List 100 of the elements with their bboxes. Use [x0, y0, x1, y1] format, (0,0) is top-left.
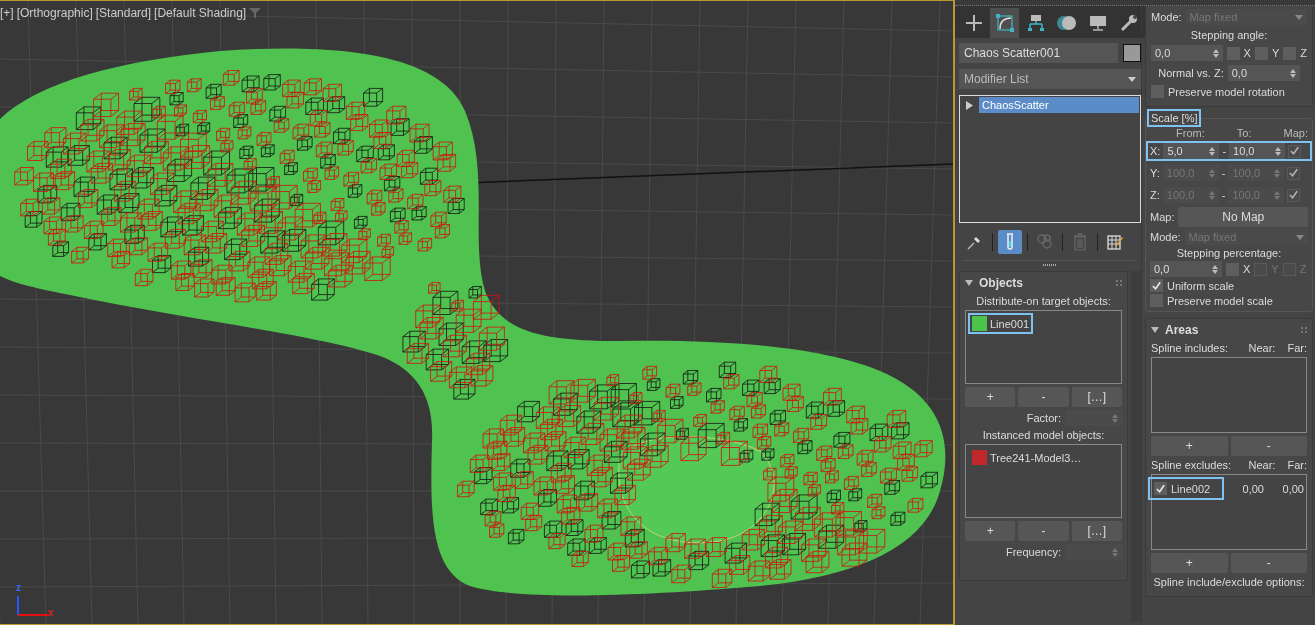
- column-header: Far:: [1287, 342, 1307, 354]
- spinner-field[interactable]: [1066, 410, 1122, 426]
- axis-label: z: [16, 582, 21, 593]
- list-button[interactable]: +: [965, 387, 1016, 407]
- column-header: Far:: [1287, 459, 1307, 471]
- list-button[interactable]: -: [1018, 387, 1069, 407]
- checkbox-label: Preserve model rotation: [1168, 85, 1285, 98]
- collapse-triangle-icon[interactable]: [1151, 327, 1159, 333]
- drag-grip-icon[interactable]: [1301, 327, 1307, 333]
- list-label: Spline excludes:: [1151, 459, 1233, 471]
- list-button[interactable]: +: [1151, 553, 1228, 573]
- list-button[interactable]: […]: [1071, 387, 1122, 407]
- axis-label: Z:: [1150, 189, 1160, 201]
- no-map-button[interactable]: No Map: [1178, 207, 1308, 227]
- spinner-arrows-icon: [1112, 413, 1118, 423]
- viewport-label[interactable]: [Orthographic]: [16, 6, 93, 20]
- list-label: Spline includes:: [1151, 342, 1230, 354]
- column-header: Map:: [1283, 127, 1308, 139]
- list-button[interactable]: […]: [1071, 521, 1122, 541]
- list-button[interactable]: -: [1230, 553, 1307, 573]
- spinner-field[interactable]: 0,0: [1150, 261, 1222, 277]
- far-value: 0,00: [1281, 482, 1304, 495]
- object-color-swatch[interactable]: [1123, 44, 1141, 62]
- list-label: Distribute-on target objects:: [976, 295, 1111, 307]
- list-button[interactable]: -: [1230, 436, 1307, 456]
- axis-checkbox-label: X: [1243, 263, 1251, 275]
- splitter-grip-icon[interactable]: [1043, 264, 1057, 267]
- range-dash: -: [1221, 167, 1226, 179]
- map-label: Map:: [1150, 211, 1175, 223]
- panel-tab[interactable]: [990, 8, 1019, 38]
- list-button[interactable]: -: [1018, 521, 1069, 541]
- spinner-arrows-icon: [1274, 190, 1281, 200]
- spinner-field[interactable]: 0,0: [1227, 65, 1300, 81]
- spinner-arrows-icon: [1274, 168, 1281, 178]
- modifier-list-dropdown[interactable]: Modifier List: [959, 69, 1141, 89]
- range-dash: -: [1221, 189, 1226, 201]
- axis-label: X:: [1150, 145, 1161, 157]
- column-header: From:: [1176, 127, 1205, 139]
- mode-label: Mode:: [1150, 231, 1181, 243]
- factor-label: Factor:: [1026, 412, 1061, 424]
- collapse-triangle-icon[interactable]: [965, 280, 973, 286]
- spinner-arrows-icon: [1209, 146, 1216, 156]
- list-label: Instanced model objects:: [982, 429, 1105, 441]
- list-button[interactable]: +: [1151, 436, 1228, 456]
- linked-circles-icon: [1036, 233, 1054, 251]
- viewport-label[interactable]: [Standard]: [95, 6, 152, 20]
- checkbox[interactable]: [1154, 482, 1167, 495]
- wrench-icon: [1118, 13, 1139, 33]
- drag-grip-icon[interactable]: [1116, 280, 1122, 286]
- column-header: Near:: [1248, 459, 1276, 471]
- spinner-arrows-icon: [1275, 146, 1282, 156]
- stepping-label: Stepping percentage:: [1176, 247, 1282, 259]
- spinner-arrows-icon: [1208, 190, 1215, 200]
- checkbox[interactable]: [1288, 144, 1302, 158]
- modifier-item[interactable]: ChaosScatter: [979, 97, 1139, 113]
- expand-triangle-icon[interactable]: [966, 100, 973, 110]
- spinner-field[interactable]: 0,0: [1151, 45, 1223, 61]
- stack-tool-button[interactable]: [998, 230, 1022, 254]
- axis-label: x: [48, 607, 54, 618]
- axis-label: Y:: [1150, 167, 1160, 179]
- viewport-label[interactable]: [Default Shading]: [154, 6, 247, 20]
- list-item[interactable]: Line001: [968, 313, 1034, 334]
- frequency-label: Frequency:: [1005, 546, 1061, 558]
- spinner-arrows-icon: [1208, 168, 1215, 178]
- spinner-field[interactable]: 10,0: [1229, 143, 1286, 159]
- spinner-field[interactable]: 5,0: [1163, 143, 1220, 159]
- axis-checkbox-label: Y: [1271, 47, 1280, 59]
- spinner-arrows-icon: [1212, 48, 1219, 58]
- spline-name: Line002: [1171, 482, 1211, 495]
- spinner-field[interactable]: [1066, 544, 1122, 560]
- object-name-field[interactable]: Chaos Scatter001: [959, 43, 1118, 63]
- trash-icon: [1073, 233, 1087, 251]
- group-title: Scale [%]: [1147, 109, 1202, 127]
- viewport-label[interactable]: [+]: [0, 6, 14, 20]
- spinner-arrows-icon: [1112, 547, 1118, 557]
- options-label: Spline include/exclude options:: [1153, 576, 1305, 588]
- axis-tripod-icon: [16, 594, 48, 616]
- dropdown-arrow-icon: [1295, 14, 1303, 20]
- hierarchy-icon: [1025, 13, 1046, 33]
- spinner-arrows-icon: [1212, 264, 1218, 274]
- axis-checkbox-label: X: [1243, 47, 1251, 59]
- rollout-title[interactable]: Objects: [979, 276, 1110, 290]
- checkbox[interactable]: [1150, 279, 1163, 292]
- list-item[interactable]: Tree241-Model3…: [968, 447, 1086, 468]
- monitor-icon: [1087, 13, 1108, 33]
- dropdown-arrow-icon: [1296, 234, 1304, 240]
- viewport[interactable]: [+] [Orthographic] [Standard] [Default Shading] z x: [0, 0, 955, 625]
- spinner-arrows-icon: [1289, 68, 1296, 78]
- range-dash: -: [1222, 145, 1227, 157]
- near-value: 0,00: [1241, 482, 1264, 495]
- test-tube-icon: [1005, 233, 1015, 251]
- rollout-title[interactable]: Areas: [1165, 323, 1295, 337]
- spheres-icon: [1055, 13, 1078, 33]
- dropdown-arrow-icon: [1128, 76, 1136, 82]
- axis-checkbox-label: Z: [1300, 47, 1307, 59]
- stepping-label: Stepping angle:: [1190, 29, 1268, 41]
- curve-frame-icon: [994, 13, 1015, 33]
- mode-label: Mode:: [1151, 11, 1182, 23]
- list-item[interactable]: Line002: [1148, 477, 1224, 500]
- list-button[interactable]: +: [965, 521, 1016, 541]
